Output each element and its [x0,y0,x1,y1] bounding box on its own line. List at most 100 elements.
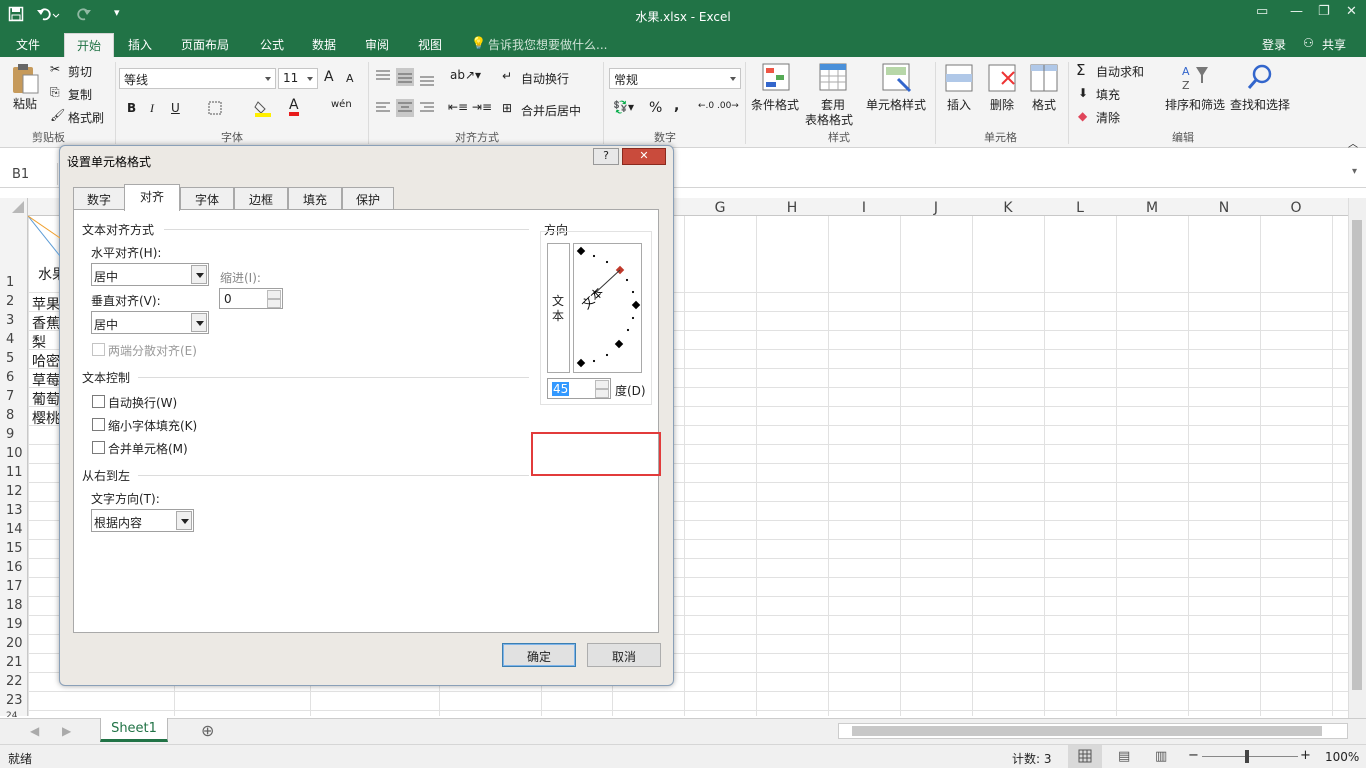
shrink-fit-checkbox[interactable] [92,418,105,431]
collapse-ribbon-icon[interactable]: ︿ [1348,135,1358,150]
column-header-k[interactable]: K [972,200,1044,216]
row-header-6[interactable]: 6 [0,370,26,385]
cut-button[interactable]: 剪切 [68,63,92,80]
insert-cells-button[interactable]: 插入 [947,96,971,113]
font-color-icon[interactable]: A [289,98,299,116]
conditional-format-icon[interactable] [762,63,790,96]
row-header-13[interactable]: 13 [0,503,26,518]
clear-button[interactable]: 清除 [1096,109,1120,126]
delete-cells-icon[interactable] [988,64,1016,95]
format-painter-button[interactable]: 格式刷 [68,109,104,126]
row-header-18[interactable]: 18 [0,598,26,613]
next-sheet-icon[interactable]: ▶ [62,724,71,738]
cell-a-5[interactable]: 哈密 [32,351,60,371]
row-header-8[interactable]: 8 [0,408,26,423]
row-header-10[interactable]: 10 [0,446,26,461]
tab-number[interactable]: 数字 [73,187,125,210]
orientation-icon[interactable]: ab↗▾ [450,68,481,82]
tab-alignment[interactable]: 对齐 [124,184,180,211]
tab-view[interactable]: 视图 [418,36,442,53]
vertical-text-box[interactable]: 文本 [547,243,570,373]
row-header-14[interactable]: 14 [0,522,26,537]
sort-filter-button[interactable]: 排序和筛选 [1165,96,1225,113]
row-header-4[interactable]: 4 [0,332,26,347]
vertical-scroll-thumb[interactable] [1352,220,1362,690]
fill-color-icon[interactable] [254,99,272,120]
underline-button[interactable]: U [171,101,180,115]
column-header-l[interactable]: L [1044,200,1116,216]
horizontal-scroll-thumb[interactable] [852,726,1322,736]
page-layout-view-icon[interactable]: ▤ [1118,749,1130,764]
vertical-scrollbar[interactable] [1348,198,1366,718]
text-direction-select[interactable]: 根据内容 [91,509,194,532]
sort-filter-icon[interactable]: AZ [1180,63,1210,94]
row-header-23[interactable]: 23 [0,693,26,708]
merge-center-button[interactable]: 合并后居中 [521,102,581,119]
restore-icon[interactable]: ❐ [1318,4,1330,19]
zoom-slider[interactable] [1202,756,1298,757]
autosum-button[interactable]: 自动求和 [1096,63,1144,80]
tab-font[interactable]: 字体 [180,187,234,210]
sheet-tab-sheet1[interactable]: Sheet1 [100,718,168,742]
row-header-1[interactable]: 1 [0,275,26,290]
vertical-select[interactable]: 居中 [91,311,209,334]
cell-a-8[interactable]: 樱桃 [32,408,60,428]
tab-home[interactable]: 开始 [64,33,115,57]
font-name-combo[interactable]: 等线 [119,68,276,89]
tab-formulas[interactable]: 公式 [260,36,284,53]
currency-icon[interactable]: 💱▾ [613,100,634,114]
align-center-icon[interactable] [374,99,436,120]
name-box[interactable]: B1 [6,163,58,185]
tab-protection[interactable]: 保护 [342,187,394,210]
borders-icon[interactable] [208,101,222,118]
delete-cells-button[interactable]: 删除 [990,96,1014,113]
phonetic-icon[interactable]: wén [331,99,352,110]
row-header-22[interactable]: 22 [0,674,26,689]
wrap-text-button[interactable]: 自动换行 [521,70,569,87]
tab-page-layout[interactable]: 页面布局 [181,36,229,53]
minimize-icon[interactable]: — [1290,4,1303,19]
page-break-view-icon[interactable]: ▥ [1155,749,1167,764]
format-cells-button[interactable]: 格式 [1032,96,1056,113]
zoom-level[interactable]: 100% [1325,750,1359,764]
cancel-button[interactable]: 取消 [587,643,661,667]
row-header-24[interactable]: 24 [0,711,26,717]
decimal-icons[interactable]: ←.0 .00→ [698,101,739,111]
share-button[interactable]: 共享 [1322,36,1346,53]
row-header-3[interactable]: 3 [0,313,26,328]
insert-cells-icon[interactable] [945,64,973,95]
tell-me-box[interactable]: 告诉我您想要做什么... [488,36,607,53]
row-header-21[interactable]: 21 [0,655,26,670]
sign-in-link[interactable]: 登录 [1262,36,1286,53]
column-header-g[interactable]: G [684,200,756,216]
fill-button[interactable]: 填充 [1096,86,1120,103]
column-header-j[interactable]: J [900,200,972,216]
indent-icon[interactable]: ⇤≡ ⇥≡ [448,100,492,114]
row-header-9[interactable]: 9 [0,427,26,442]
number-format-combo[interactable]: 常规 [609,68,741,89]
row-header-16[interactable]: 16 [0,560,26,575]
row-header-15[interactable]: 15 [0,541,26,556]
cell-styles-button[interactable]: 单元格样式 [866,96,926,113]
indent-input[interactable]: 0 [219,288,283,309]
zoom-slider-thumb[interactable] [1245,750,1249,763]
percent-button[interactable]: % [649,100,662,116]
cell-a-6[interactable]: 草莓 [32,370,60,390]
paste-icon[interactable] [10,63,40,98]
ok-button[interactable]: 确定 [502,643,576,667]
format-table-label-2[interactable]: 表格格式 [805,111,853,128]
column-header-i[interactable]: I [828,200,900,216]
normal-view-button[interactable] [1068,745,1102,768]
cell-styles-icon[interactable] [882,63,912,96]
column-header-n[interactable]: N [1188,200,1260,216]
cell-a-7[interactable]: 葡萄 [32,389,60,409]
grow-font-icon[interactable]: A [324,69,334,85]
align-top-icon[interactable] [374,68,436,89]
tab-border[interactable]: 边框 [234,187,288,210]
column-header-o[interactable]: O [1260,200,1332,216]
wrap-text-checkbox[interactable] [92,395,105,408]
row-header-20[interactable]: 20 [0,636,26,651]
format-table-icon[interactable] [819,63,847,96]
tab-review[interactable]: 审阅 [365,36,389,53]
row-header-5[interactable]: 5 [0,351,26,366]
